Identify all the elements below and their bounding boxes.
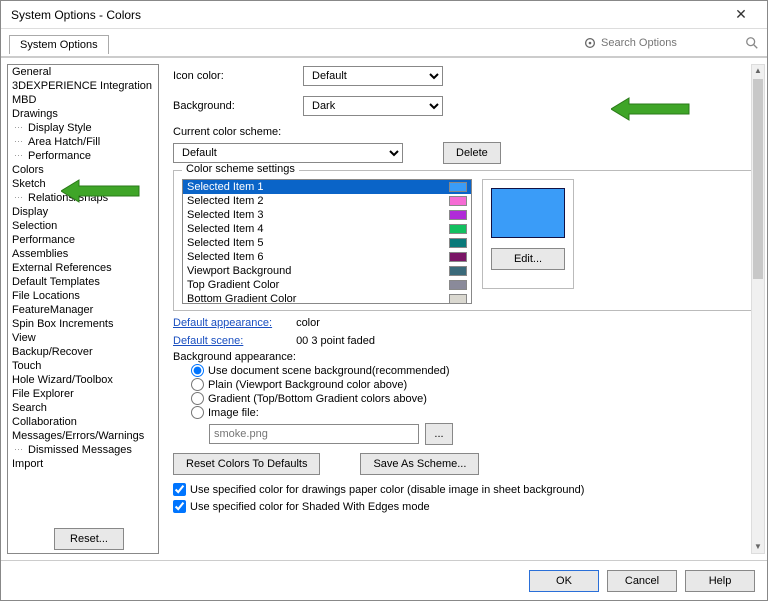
browse-button[interactable]: ... (425, 423, 453, 445)
color-preview: Edit... (482, 179, 574, 289)
color-list-item[interactable]: Selected Item 3 (183, 208, 471, 222)
default-appearance-link[interactable]: Default appearance: (173, 317, 293, 329)
color-swatch (449, 266, 467, 276)
save-scheme-button[interactable]: Save As Scheme... (360, 453, 479, 475)
default-scene-link[interactable]: Default scene: (173, 335, 293, 347)
sidebar-item[interactable]: Performance (8, 233, 158, 247)
bg-radio[interactable] (191, 364, 204, 377)
settings-legend: Color scheme settings (182, 163, 299, 175)
window-title: System Options - Colors (7, 8, 721, 22)
color-list-item[interactable]: Top Gradient Color (183, 278, 471, 292)
scroll-up-icon[interactable]: ▲ (752, 65, 764, 77)
sidebar-item[interactable]: Performance (8, 149, 158, 163)
gear-icon (583, 36, 597, 50)
delete-button[interactable]: Delete (443, 142, 501, 164)
color-list-item[interactable]: Selected Item 4 (183, 222, 471, 236)
sidebar-item[interactable]: File Explorer (8, 387, 158, 401)
color-list-item[interactable]: Selected Item 6 (183, 250, 471, 264)
bg-radio[interactable] (191, 392, 204, 405)
scroll-down-icon[interactable]: ▼ (752, 541, 764, 553)
cancel-button[interactable]: Cancel (607, 570, 677, 592)
sidebar-item[interactable]: Display Style (8, 121, 158, 135)
color-swatch (449, 294, 467, 304)
sidebar-item[interactable]: View (8, 331, 158, 345)
scheme-label: Current color scheme: (173, 126, 757, 138)
color-swatch (449, 252, 467, 262)
sidebar-item[interactable]: Sketch (8, 177, 158, 191)
preview-swatch (491, 188, 565, 238)
image-file-input[interactable] (209, 424, 419, 444)
sidebar-item[interactable]: Colors (8, 163, 158, 177)
color-swatch (449, 182, 467, 192)
color-swatch (449, 238, 467, 248)
sidebar-item[interactable]: Import (8, 457, 158, 471)
color-list-item[interactable]: Viewport Background (183, 264, 471, 278)
search-icon (745, 36, 759, 50)
main-scrollbar[interactable]: ▲ ▼ (751, 64, 765, 554)
sidebar-item[interactable]: Backup/Recover (8, 345, 158, 359)
sidebar-item[interactable]: 3DEXPERIENCE Integration (8, 79, 158, 93)
color-list-item[interactable]: Bottom Gradient Color (183, 292, 471, 304)
options-tree[interactable]: General3DEXPERIENCE IntegrationMBDDrawin… (7, 64, 159, 554)
default-scene-value: 00 3 point faded (296, 335, 375, 347)
color-list[interactable]: Selected Item 1Selected Item 2Selected I… (182, 179, 472, 304)
options-panel: Icon color: Default Background: Dark Cur… (159, 58, 767, 560)
title-bar: System Options - Colors ✕ (1, 1, 767, 29)
sidebar-item[interactable]: Hole Wizard/Toolbox (8, 373, 158, 387)
sidebar-item[interactable]: MBD (8, 93, 158, 107)
color-scheme-settings: Color scheme settings Selected Item 1Sel… (173, 170, 757, 311)
ok-button[interactable]: OK (529, 570, 599, 592)
sidebar-item[interactable]: Default Templates (8, 275, 158, 289)
color-swatch (449, 280, 467, 290)
search-options[interactable] (583, 36, 759, 50)
background-select[interactable]: Dark (303, 96, 443, 116)
color-swatch (449, 196, 467, 206)
default-appearance-value: color (296, 317, 320, 329)
tab-bar: System Options (1, 29, 767, 57)
sidebar-item[interactable]: Dismissed Messages (8, 443, 158, 457)
icon-color-label: Icon color: (173, 70, 303, 82)
sidebar-item[interactable]: File Locations (8, 289, 158, 303)
sidebar-item[interactable]: Assemblies (8, 247, 158, 261)
chk-drawings-paper[interactable] (173, 483, 186, 496)
reset-colors-button[interactable]: Reset Colors To Defaults (173, 453, 320, 475)
sidebar-item[interactable]: Search (8, 401, 158, 415)
sidebar-item[interactable]: External References (8, 261, 158, 275)
sidebar-item[interactable]: Area Hatch/Fill (8, 135, 158, 149)
sidebar-item[interactable]: Spin Box Increments (8, 317, 158, 331)
sidebar-item[interactable]: Messages/Errors/Warnings (8, 429, 158, 443)
bg-radio[interactable] (191, 378, 204, 391)
color-list-item[interactable]: Selected Item 1 (183, 180, 471, 194)
chk-shaded-edges[interactable] (173, 500, 186, 513)
sidebar-item[interactable]: Relations/Snaps (8, 191, 158, 205)
sidebar-item[interactable]: Drawings (8, 107, 158, 121)
reset-button[interactable]: Reset... (54, 528, 124, 550)
color-scheme-select[interactable]: Default (173, 143, 403, 163)
scroll-thumb[interactable] (753, 79, 763, 279)
background-label: Background: (173, 100, 303, 112)
sidebar-item[interactable]: General (8, 65, 158, 79)
color-list-item[interactable]: Selected Item 5 (183, 236, 471, 250)
sidebar-item[interactable]: Touch (8, 359, 158, 373)
color-swatch (449, 224, 467, 234)
bg-radio[interactable] (191, 406, 204, 419)
tab-system-options[interactable]: System Options (9, 35, 109, 54)
icon-color-select[interactable]: Default (303, 66, 443, 86)
sidebar-item[interactable]: Display (8, 205, 158, 219)
close-icon[interactable]: ✕ (721, 6, 761, 23)
help-button[interactable]: Help (685, 570, 755, 592)
bg-appearance-label: Background appearance: (173, 351, 757, 363)
dialog-footer: OK Cancel Help (1, 560, 767, 600)
sidebar-item[interactable]: FeatureManager (8, 303, 158, 317)
color-swatch (449, 210, 467, 220)
color-list-item[interactable]: Selected Item 2 (183, 194, 471, 208)
sidebar-item[interactable]: Selection (8, 219, 158, 233)
sidebar-item[interactable]: Collaboration (8, 415, 158, 429)
edit-button[interactable]: Edit... (491, 248, 565, 270)
search-input[interactable] (601, 37, 741, 49)
